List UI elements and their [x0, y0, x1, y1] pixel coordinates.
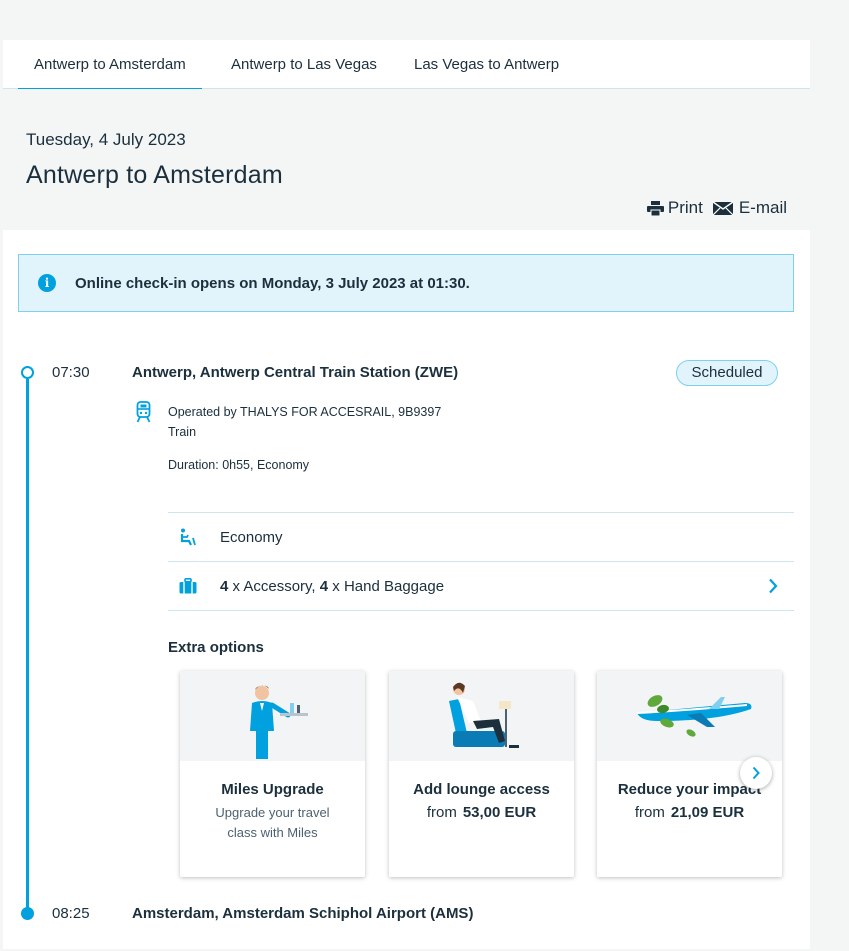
timeline-departure-dot — [21, 366, 34, 379]
trip-details-card: Antwerp to Amsterdam Antwerp to Las Vega… — [3, 40, 810, 949]
cabin-row: Economy — [168, 512, 794, 561]
trip-header: Tuesday, 4 July 2023 Antwerp to Amsterda… — [3, 89, 810, 230]
info-icon: i — [38, 274, 56, 292]
miles-upgrade-illustration — [180, 671, 365, 761]
chevron-right-icon — [752, 766, 760, 780]
tab-las-vegas-antwerp[interactable]: Las Vegas to Antwerp — [414, 40, 559, 89]
train-icon — [136, 401, 151, 423]
lounge-price-value: 53,00 EUR — [462, 804, 537, 821]
departure-time: 07:30 — [52, 364, 90, 381]
chevron-right-icon[interactable] — [768, 578, 778, 594]
trip-date: Tuesday, 4 July 2023 — [26, 130, 186, 149]
divider — [168, 610, 794, 611]
lounge-price-label: from — [426, 804, 457, 821]
transport-mode: Train — [168, 425, 197, 439]
tab-antwerp-las-vegas[interactable]: Antwerp to Las Vegas — [231, 40, 377, 89]
arrival-time: 08:25 — [52, 905, 90, 922]
segment-duration: Duration: 0h55, Economy — [168, 458, 310, 472]
reduce-impact-price-value: 21,09 EUR — [670, 804, 745, 821]
option-miles-upgrade[interactable]: Miles Upgrade Upgrade your travel class … — [180, 671, 365, 877]
arrival-station: Amsterdam, Amsterdam Schiphol Airport (A… — [132, 905, 474, 922]
trip-tabs: Antwerp to Amsterdam Antwerp to Las Vega… — [3, 40, 810, 90]
departure-station: Antwerp, Antwerp Central Train Station (… — [132, 364, 459, 381]
email-label: E-mail — [738, 198, 787, 217]
carousel-next-button[interactable] — [740, 757, 772, 789]
option-lounge-access[interactable]: Add lounge access from 53,00 EUR — [389, 671, 574, 877]
checkin-notice: i Online check-in opens on Monday, 3 Jul… — [18, 254, 794, 312]
envelope-icon — [712, 201, 733, 215]
hand-baggage-label: x Hand Baggage — [328, 577, 445, 595]
tab-antwerp-amsterdam[interactable]: Antwerp to Amsterdam — [18, 40, 202, 90]
reduce-impact-illustration — [597, 671, 782, 761]
reduce-impact-price-label: from — [634, 804, 665, 821]
suitcase-icon — [179, 578, 197, 594]
baggage-summary: 4 x Accessory, 4 x Hand Baggage — [220, 578, 444, 595]
header-actions: Print E-mail — [646, 198, 787, 218]
status-badge: Scheduled — [676, 360, 778, 386]
print-button[interactable]: Print — [646, 198, 703, 218]
page-title: Antwerp to Amsterdam — [26, 161, 283, 189]
operated-by-text: Operated by THALYS FOR ACCESRAIL, 9B9397 — [168, 405, 442, 419]
miles-upgrade-title: Miles Upgrade — [221, 781, 324, 798]
print-label: Print — [667, 198, 703, 217]
timeline-line — [26, 379, 29, 914]
reduce-impact-price: from 21,09 EUR — [597, 804, 782, 821]
email-button[interactable]: E-mail — [712, 198, 787, 218]
hand-baggage-count: 4 — [319, 577, 329, 595]
printer-icon — [646, 200, 664, 216]
cabin-class: Economy — [220, 528, 283, 546]
lounge-illustration — [389, 671, 574, 761]
accessory-label: x Accessory, — [228, 577, 320, 595]
checkin-notice-text: Online check-in opens on Monday, 3 July … — [75, 274, 470, 292]
timeline-arrival-dot — [21, 907, 34, 920]
lounge-access-title: Add lounge access — [413, 781, 550, 798]
lounge-access-price: from 53,00 EUR — [389, 804, 574, 821]
extra-options-title: Extra options — [168, 639, 264, 656]
miles-upgrade-desc: Upgrade your travel class with Miles — [215, 805, 330, 840]
baggage-row[interactable]: 4 x Accessory, 4 x Hand Baggage — [168, 561, 794, 610]
seat-icon — [180, 528, 196, 546]
segment-operator: Operated by THALYS FOR ACCESRAIL, 9B9397… — [168, 402, 441, 442]
